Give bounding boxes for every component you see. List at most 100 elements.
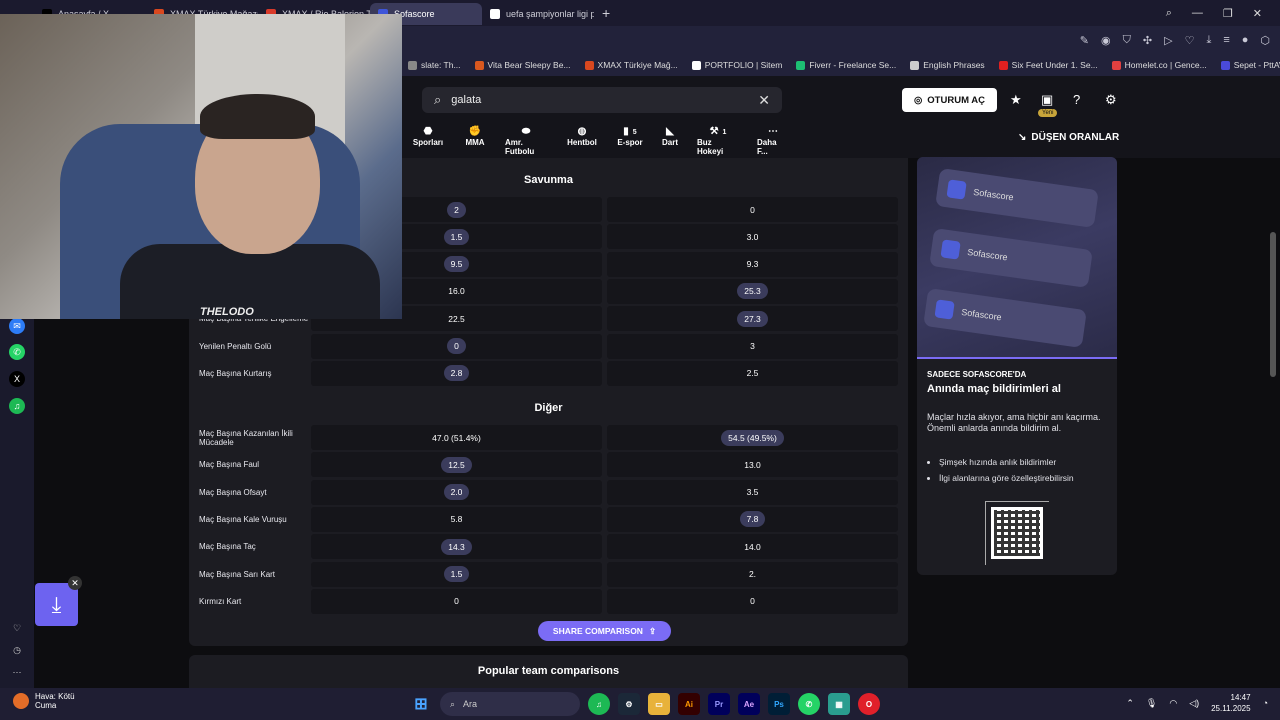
bookmark-label: Six Feet Under 1. Se... <box>1011 60 1098 70</box>
menu-icon[interactable]: ≡ <box>1223 34 1229 46</box>
minimize-icon[interactable]: — <box>1192 7 1203 19</box>
search-icon: ⌕ <box>434 92 442 107</box>
tab-favicon-icon <box>490 9 500 19</box>
stat-value: 2.0 <box>443 484 470 501</box>
page-scrollbar[interactable] <box>1270 232 1276 377</box>
bookmark-item[interactable]: Vita Bear Sleepy Be... <box>474 60 571 70</box>
bookmark-item[interactable]: Fiverr - Freelance Se... <box>796 60 896 70</box>
stat-cell-right: 2.5 <box>607 360 898 386</box>
more-icon[interactable]: ⋯ <box>9 664 25 680</box>
stat-value: 12.5 <box>441 456 472 473</box>
x-twitter-icon[interactable]: X <box>9 371 25 387</box>
bookmark-item[interactable]: Six Feet Under 1. Se... <box>998 60 1098 70</box>
sport-nav-item[interactable]: ⬣ Sporları <box>402 126 454 156</box>
opera-icon[interactable]: O <box>858 693 880 715</box>
after-effects-icon[interactable]: Ae <box>738 693 760 715</box>
help-icon[interactable]: ? <box>1073 92 1080 107</box>
stat-label: Kırmızı Kart <box>199 596 242 606</box>
stat-row: Maç Başına Kazanılan İkili Mücadele 47.0 … <box>189 425 908 450</box>
camera-icon[interactable]: ◉ <box>1101 34 1111 47</box>
promo-bullet: Şimşek hızında anlık bildirimler <box>939 454 1074 470</box>
tv-icon[interactable]: ▣ <box>1041 92 1053 108</box>
windows-taskbar: Hava: Kötü Cuma ⊞ ⌕ Ara ♫ ⚙ ▭ Ai Pr Ae Ps… <box>0 688 1280 720</box>
premiere-icon[interactable]: Pr <box>708 693 730 715</box>
sport-icon: ◍ <box>577 126 587 137</box>
spotify-icon[interactable]: ♫ <box>588 693 610 715</box>
clock[interactable]: 14:47 25.11.2025 <box>1211 692 1250 714</box>
opera-cube-icon[interactable]: ⬡ <box>1260 34 1270 47</box>
dropping-odds-link[interactable]: ↘ DÜŞEN ORANLAR <box>1018 132 1119 143</box>
sport-nav-item[interactable]: ✊ MMA <box>454 126 496 156</box>
close-icon[interactable]: ✕ <box>1253 7 1262 20</box>
wifi-icon[interactable]: ◠ <box>1169 698 1177 709</box>
notification-bell-icon[interactable]: ◔ <box>1263 698 1268 708</box>
steam-icon[interactable]: ⚙ <box>618 693 640 715</box>
history-icon[interactable]: ◷ <box>9 642 25 658</box>
profile-icon[interactable]: ● <box>1242 34 1249 46</box>
sport-nav-item[interactable]: ◍ Hentbol <box>556 126 608 156</box>
extension-icon[interactable]: ✣ <box>1143 34 1152 47</box>
stat-cell-right: 3.5 <box>607 479 898 505</box>
bookmark-item[interactable]: XMAX Türkiye Mağ... <box>584 60 678 70</box>
browser-tab[interactable]: uefa şampiyonlar ligi puan <box>482 3 594 25</box>
taskbar-search[interactable]: ⌕ Ara <box>440 692 580 716</box>
bookmark-favicon-icon <box>796 60 806 70</box>
maximize-icon[interactable]: ❐ <box>1223 7 1233 20</box>
close-download-widget-icon[interactable]: ✕ <box>68 576 82 590</box>
shield-icon[interactable]: ⛉ <box>1123 34 1131 47</box>
sport-icon: ⬣ <box>423 126 433 137</box>
bookmark-item[interactable]: Homelet.co | Gence... <box>1111 60 1207 70</box>
whatsapp-icon[interactable]: ✆ <box>798 693 820 715</box>
heart-icon[interactable]: ♡ <box>9 620 25 636</box>
spotify-icon[interactable]: ♫ <box>9 398 25 414</box>
clear-search-icon[interactable]: ✕ <box>758 92 770 109</box>
new-tab-button[interactable]: + <box>594 5 618 21</box>
favorites-star-icon[interactable]: ★ <box>1010 92 1022 108</box>
sport-nav-item[interactable]: ▮ 5 E-spor <box>608 126 652 156</box>
bookmark-label: English Phrases <box>923 60 985 70</box>
illustrator-icon[interactable]: Ai <box>678 693 700 715</box>
stat-value: 9.3 <box>746 259 759 270</box>
app-icon[interactable]: ▦ <box>828 693 850 715</box>
sport-nav-item[interactable]: ◣ Dart <box>652 126 688 156</box>
sport-nav-item[interactable]: ⚒ 1 Buz Hokeyi <box>688 126 748 156</box>
weather-text: Hava: Kötü <box>35 692 75 701</box>
login-button[interactable]: ◎ OTURUM AÇ <box>902 88 997 112</box>
whatsapp-icon[interactable]: ✆ <box>9 344 25 360</box>
play-icon[interactable]: ▷ <box>1164 34 1172 47</box>
sport-label: Sporları <box>412 138 444 147</box>
sport-nav-item[interactable]: ⬬ Amr. Futbolu <box>496 126 556 156</box>
bookmark-item[interactable]: Sepet - PttAVM <box>1220 60 1280 70</box>
bookmark-item[interactable]: PORTFOLIO | Sitem <box>691 60 782 70</box>
settings-gear-icon[interactable]: ⚙ <box>1105 92 1117 108</box>
chevron-up-icon[interactable]: ⌃ <box>1126 698 1134 709</box>
photoshop-icon[interactable]: Ps <box>768 693 790 715</box>
sport-label: Daha F... <box>757 138 777 156</box>
bookmark-favicon-icon <box>584 60 594 70</box>
stat-value: 3 <box>750 341 755 351</box>
heart-icon[interactable]: ♡ <box>1185 34 1195 47</box>
sofascore-logo-icon <box>940 239 961 260</box>
file-explorer-icon[interactable]: ▭ <box>648 693 670 715</box>
windows-start-icon[interactable]: ⊞ <box>410 693 432 715</box>
bookmark-item[interactable]: slate: Th... <box>408 60 461 70</box>
qr-code[interactable] <box>991 507 1043 559</box>
promo-image: Sofascore Sofascore Sofascore <box>917 157 1117 359</box>
microphone-icon[interactable]: 🎙︎ <box>1146 698 1157 709</box>
stat-row: Maç Başına Kurtarış 2.8 2.5 <box>189 360 908 386</box>
stat-cell-right: 7.8 <box>607 506 898 532</box>
sport-nav-item[interactable]: ⋯ Daha F... <box>748 126 798 156</box>
search-input[interactable]: galata <box>451 94 748 106</box>
edit-icon[interactable]: ✎ <box>1080 34 1089 47</box>
search-bar[interactable]: ⌕ galata ✕ <box>422 87 782 113</box>
weather-widget[interactable]: Hava: Kötü Cuma <box>13 692 75 710</box>
promo-notification: Sofascore <box>935 168 1099 228</box>
download-icon: ⤓ <box>51 591 62 617</box>
volume-icon[interactable]: ◁) <box>1189 698 1199 709</box>
download-icon[interactable]: ⤓ <box>1206 34 1211 47</box>
share-comparison-button[interactable]: SHARE COMPARISON ⇪ <box>538 621 671 641</box>
taskbar-apps: ⊞ ⌕ Ara ♫ ⚙ ▭ Ai Pr Ae Ps ✆ ▦ O <box>410 692 880 716</box>
messenger-icon[interactable]: ✉ <box>9 318 25 334</box>
search-tabs-icon[interactable]: ⌕ <box>1166 7 1172 20</box>
bookmark-item[interactable]: English Phrases <box>910 60 985 70</box>
